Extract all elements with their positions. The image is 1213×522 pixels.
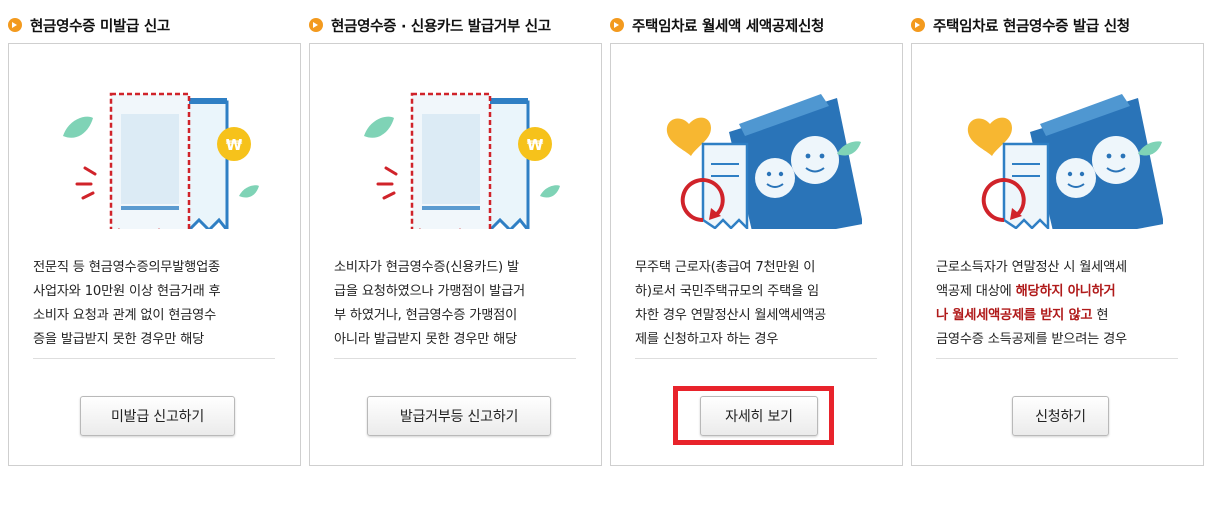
- divider: [635, 358, 877, 359]
- svg-text:₩: ₩: [226, 136, 243, 154]
- refusal-report-button[interactable]: 발급거부등 신고하기: [367, 396, 551, 436]
- receipt-icon: [1002, 142, 1050, 229]
- card-title: 주택임차료 현금영수증 발급 신청: [911, 14, 1130, 36]
- card-box: 근로소득자가 연말정산 시 월세액세 액공제 대상에 해당하지 아니하거 나 월…: [911, 43, 1204, 466]
- card-description: 무주택 근로자(총급여 7천만원 이 하)로서 국민주택규모의 주택을 임 차한…: [635, 260, 826, 347]
- receipt-icon: [109, 92, 229, 229]
- description-line: 액공제 대상에 해당하지 아니하거: [936, 284, 1116, 299]
- divider: [33, 358, 275, 359]
- card-box: 무주택 근로자(총급여 7천만원 이 하)로서 국민주택규모의 주택을 임 차한…: [610, 43, 903, 466]
- receipt-illustration: ₩: [364, 92, 560, 229]
- highlight-text: 나 월세세액공제를 받지 않고: [936, 308, 1093, 323]
- divider: [334, 358, 576, 359]
- svg-text:₩: ₩: [527, 136, 544, 154]
- bullet-arrow-icon: [911, 18, 925, 32]
- view-details-button[interactable]: 자세히 보기: [700, 396, 818, 436]
- leaf-icon: [364, 116, 394, 138]
- bullet-arrow-icon: [8, 18, 22, 32]
- rent-illustration: [967, 94, 1163, 229]
- unissued-report-button[interactable]: 미발급 신고하기: [80, 396, 235, 436]
- coin-icon: ₩: [518, 127, 552, 161]
- card-description: 소비자가 현금영수증(신용카드) 발 급을 요청하였으나 가맹점이 발급거 부 …: [334, 260, 525, 347]
- divider: [936, 358, 1178, 359]
- receipt-illustration: ₩: [63, 92, 259, 229]
- apply-button[interactable]: 신청하기: [1012, 396, 1109, 436]
- card-title: 현금영수증 미발급 신고: [8, 14, 170, 36]
- card-box: ₩ 전문직 등 현금영수증의무발행업종 사업자와 10만원 이상 현금거래 후 …: [8, 43, 301, 466]
- card-box: ₩ 소비자가 현금영수증(신용카드) 발 급을 요청하였으나 가맹점이 발급거 …: [309, 43, 602, 466]
- card-title: 현금영수증 · 신용카드 발급거부 신고: [309, 14, 551, 36]
- bullet-arrow-icon: [610, 18, 624, 32]
- leaf-icon: [540, 185, 560, 198]
- highlight-text: 해당하지 아니하거: [1015, 284, 1116, 299]
- coin-icon: ₩: [217, 127, 251, 161]
- bullet-arrow-icon: [309, 18, 323, 32]
- receipt-icon: [410, 92, 530, 229]
- card-description: 전문직 등 현금영수증의무발행업종 사업자와 10만원 이상 현금거래 후 소비…: [33, 260, 221, 347]
- description-line: 나 월세세액공제를 받지 않고 현: [936, 308, 1109, 323]
- leaf-icon: [239, 185, 259, 198]
- card-description: 근로소득자가 연말정산 시 월세액세 액공제 대상에 해당하지 아니하거 나 월…: [936, 256, 1181, 352]
- leaf-icon: [63, 116, 93, 138]
- rent-illustration: [666, 94, 862, 229]
- receipt-icon: [701, 142, 749, 229]
- card-title: 주택임차료 월세액 세액공제신청: [610, 14, 824, 36]
